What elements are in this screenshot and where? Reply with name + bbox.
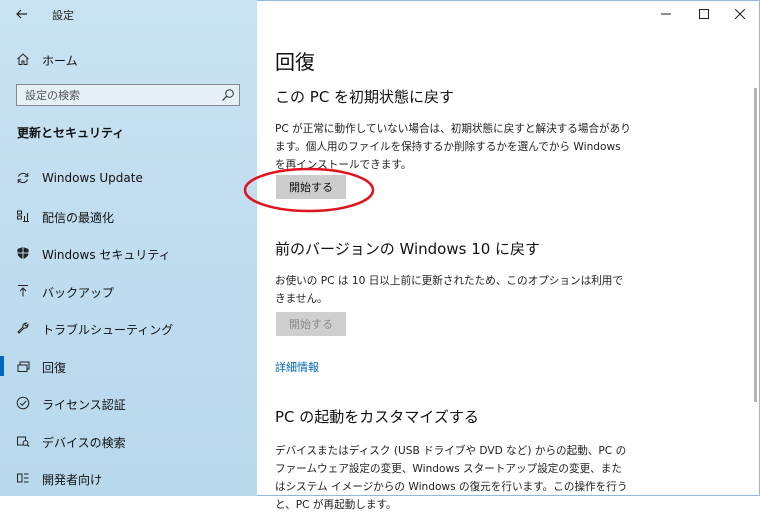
sidebar-item-label: 配信の最適化 <box>42 210 115 225</box>
sidebar-item-label: 開発者向け <box>42 473 103 487</box>
backup-arrow-icon <box>18 284 28 296</box>
home-icon <box>17 53 29 65</box>
sidebar-item-developers[interactable]: 開発者向け <box>0 466 257 504</box>
search-input[interactable] <box>17 85 221 105</box>
sidebar-item-label: デバイスの検索 <box>42 435 126 450</box>
sidebar-item-backup[interactable]: バックアップ <box>0 279 257 317</box>
sidebar-item-home[interactable]: ホーム <box>0 48 257 72</box>
section-heading: 更新とセキュリティ <box>17 126 125 140</box>
check-circle-icon <box>16 396 30 410</box>
sidebar-item-label: バックアップ <box>42 285 115 300</box>
delivery-optimization-icon <box>17 210 29 222</box>
shield-icon <box>17 247 29 259</box>
recovery-icon <box>17 361 30 372</box>
sidebar-item-label: ライセンス認証 <box>42 398 126 412</box>
refresh-icon <box>17 172 29 184</box>
search-box[interactable] <box>16 84 240 106</box>
sidebar-item-troubleshoot[interactable]: トラブルシューティング <box>0 316 257 354</box>
more-info-link[interactable]: 詳細情報 <box>275 359 319 375</box>
scrollbar[interactable] <box>754 88 757 402</box>
advanced-startup-description: デバイスまたはディスク (USB ドライブや DVD など) からの起動、PC … <box>275 445 628 511</box>
sidebar-item-label: ホーム <box>42 54 78 68</box>
sidebar: 設定 ホーム 更新とセキュリティ Windows Update <box>0 0 257 496</box>
sidebar-item-label: 回復 <box>42 360 67 375</box>
back-arrow-icon <box>16 9 27 19</box>
reset-heading: この PC を初期状態に戻す <box>275 88 455 106</box>
advanced-startup-heading: PC の起動をカスタマイズする <box>275 408 479 426</box>
search-icon[interactable] <box>221 88 235 102</box>
page-title: 回復 <box>275 50 315 74</box>
goback-description: お使いの PC は 10 日以上前に更新されたため、このオプションは利用できませ… <box>275 275 623 305</box>
sidebar-item-windows-security[interactable]: Windows セキュリティ <box>0 241 257 279</box>
sidebar-item-find-device[interactable]: デバイスの検索 <box>0 429 257 467</box>
wrench-icon <box>17 322 29 334</box>
sidebar-item-label: Windows セキュリティ <box>42 248 171 262</box>
sidebar-item-activation[interactable]: ライセンス認証 <box>0 391 257 429</box>
find-device-icon <box>17 436 30 447</box>
sidebar-item-windows-update[interactable]: Windows Update <box>0 166 257 204</box>
goback-start-button: 開始する <box>276 312 346 336</box>
sidebar-item-recovery[interactable]: 回復 <box>0 354 257 392</box>
developer-icon <box>17 473 29 483</box>
goback-heading: 前のバージョンの Windows 10 に戻す <box>275 240 541 258</box>
main-content: 回復 この PC を初期状態に戻す PC が正常に動作していない場合は、初期状態… <box>257 0 760 511</box>
sidebar-item-label: Windows Update <box>42 171 143 185</box>
reset-start-button[interactable]: 開始する <box>276 175 346 199</box>
window-title: 設定 <box>52 9 74 22</box>
reset-description: PC が正常に動作していない場合は、初期状態に戻すと解決する場合があります。個人… <box>275 123 631 171</box>
back-button[interactable] <box>12 4 32 24</box>
sidebar-item-delivery-optimization[interactable]: 配信の最適化 <box>0 204 257 242</box>
sidebar-nav: Windows Update 配信の最適化 Windows セキュリティ バック… <box>0 166 257 504</box>
sidebar-item-label: トラブルシューティング <box>42 323 174 337</box>
